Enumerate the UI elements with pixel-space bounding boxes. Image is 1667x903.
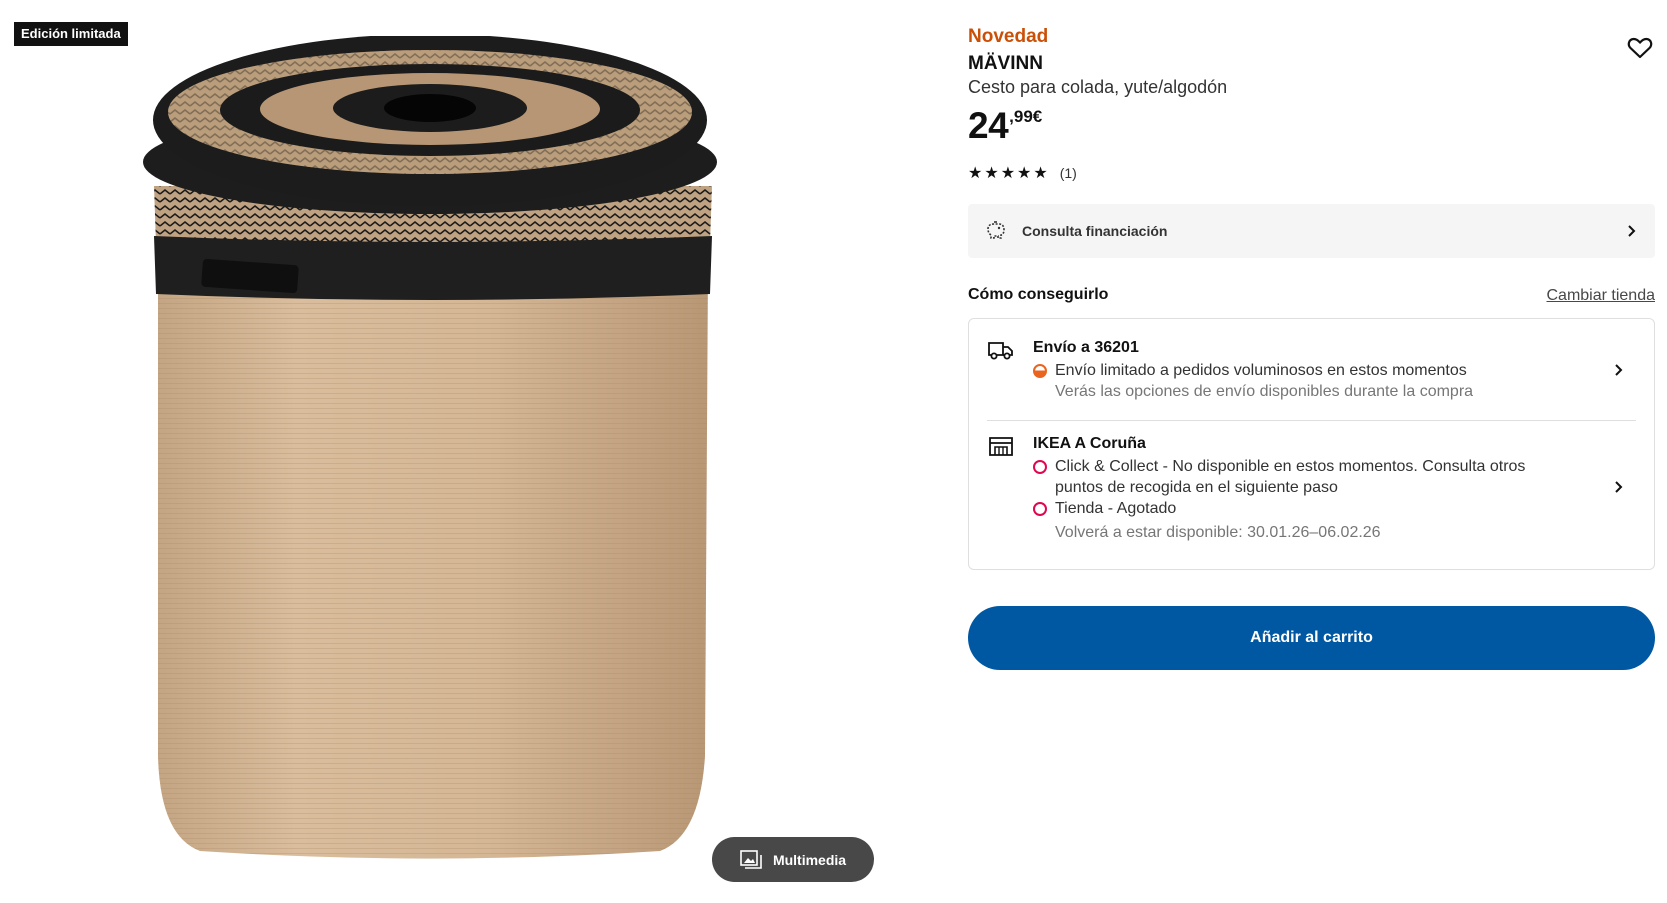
- store-stock-text: Tienda - Agotado: [1055, 500, 1177, 517]
- limited-edition-badge: Edición limitada: [14, 22, 128, 46]
- store-title: IKEA A Coruña: [1033, 435, 1146, 452]
- chevron-right-icon: [1628, 225, 1636, 237]
- new-tag: Novedad: [968, 26, 1049, 47]
- store-icon: [989, 437, 1013, 456]
- click-collect-line-1: Click & Collect - No disponible en estos…: [1055, 458, 1526, 475]
- unavailable-status-icon: [1033, 502, 1047, 516]
- finance-button[interactable]: Consulta financiación: [968, 204, 1655, 258]
- click-collect-line-2: puntos de recogida en el siguiente paso: [1055, 479, 1338, 496]
- delivery-title: Envío a 36201: [1033, 339, 1139, 356]
- piggy-bank-icon: [987, 221, 1005, 239]
- delivery-status-text: Envío limitado a pedidos voluminosos en …: [1055, 362, 1467, 379]
- store-stock-status: Tienda - Agotado: [1033, 498, 1176, 519]
- product-name: MÄVINN: [968, 53, 1043, 74]
- image-gallery-icon: [740, 849, 762, 869]
- rating-count: (1): [1059, 165, 1077, 181]
- product-rating[interactable]: ★★★★★ (1): [968, 163, 1077, 183]
- change-store-link[interactable]: Cambiar tienda: [1547, 287, 1656, 305]
- chevron-right-icon: [1615, 481, 1623, 493]
- multimedia-label: Multimedia: [772, 851, 847, 868]
- click-collect-text: Click & Collect - No disponible en estos…: [1055, 456, 1525, 498]
- rating-stars: ★★★★★: [968, 165, 1050, 182]
- product-info-panel: Novedad MÄVINN Cesto para colada, yute/a…: [968, 0, 1655, 903]
- limited-status-icon: [1033, 364, 1047, 378]
- unavailable-status-icon: [1033, 460, 1047, 474]
- product-description: Cesto para colada, yute/algodón: [968, 77, 1228, 97]
- product-image-laundry-basket[interactable]: [140, 36, 730, 896]
- click-collect-status: Click & Collect - No disponible en estos…: [1033, 456, 1525, 498]
- delivery-status: Envío limitado a pedidos voluminosos en …: [1033, 360, 1467, 381]
- finance-label: Consulta financiación: [1022, 223, 1168, 239]
- multimedia-button[interactable]: Multimedia: [712, 837, 874, 882]
- store-option[interactable]: IKEA A Coruña Click & Collect - No dispo…: [969, 422, 1654, 568]
- add-to-cart-button[interactable]: Añadir al carrito: [968, 606, 1655, 670]
- product-gallery: Edición limitada Multimedia: [0, 0, 880, 903]
- delivery-option[interactable]: Envío a 36201 Envío limitado a pedidos v…: [969, 319, 1654, 421]
- product-price: 24 ,99€: [968, 104, 1042, 148]
- truck-icon: [988, 342, 1013, 360]
- availability-options: Envío a 36201 Envío limitado a pedidos v…: [968, 318, 1655, 570]
- options-divider: [987, 420, 1636, 421]
- delivery-note: Verás las opciones de envío disponibles …: [1055, 383, 1474, 400]
- heart-outline-icon[interactable]: [1627, 36, 1653, 60]
- restock-date: Volverá a estar disponible: 30.01.26–06.…: [1055, 524, 1381, 541]
- how-to-get-title: Cómo conseguirlo: [968, 286, 1109, 303]
- price-decimal: ,99€: [1009, 107, 1043, 126]
- chevron-right-icon: [1615, 364, 1623, 376]
- price-integer: 24: [968, 105, 1009, 146]
